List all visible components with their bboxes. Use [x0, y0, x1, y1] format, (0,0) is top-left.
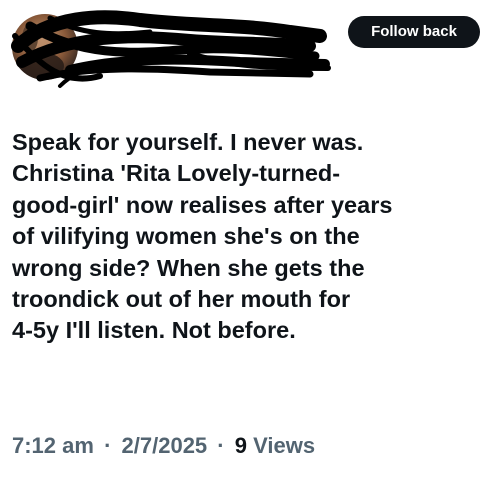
views-label: Views — [253, 433, 316, 458]
avatar[interactable] — [12, 14, 78, 80]
tweet-text-line: of vilifying women she's on the — [12, 223, 360, 250]
tweet-text: Speak for yourself. I never was. Christi… — [12, 127, 492, 347]
tweet-text-line: Christina 'Rita Lovely-turned- — [12, 160, 341, 187]
views-count: 9 — [234, 433, 247, 458]
meta-separator: · — [217, 433, 225, 458]
tweet-text-line: good-girl' now realises after years — [12, 191, 393, 218]
meta-separator: · — [104, 433, 112, 458]
tweet-time-link[interactable]: 7:12 am — [12, 433, 94, 458]
tweet-date-link[interactable]: 2/7/2025 — [122, 433, 208, 458]
tweet-text-line: Speak for yourself. I never was. — [12, 129, 364, 155]
tweet-text-line: wrong side? When she gets the — [12, 254, 365, 281]
tweet-header: Follow back — [0, 0, 500, 100]
follow-back-button[interactable]: Follow back — [348, 16, 480, 48]
avatar-image — [16, 24, 64, 80]
tweet-text-line: troondick out of her mouth for — [12, 286, 351, 313]
tweet-text-line: 4-5y I'll listen. Not before. — [12, 317, 296, 344]
tweet-metadata: 7:12 am · 2/7/2025 · 9 Views — [12, 430, 315, 462]
